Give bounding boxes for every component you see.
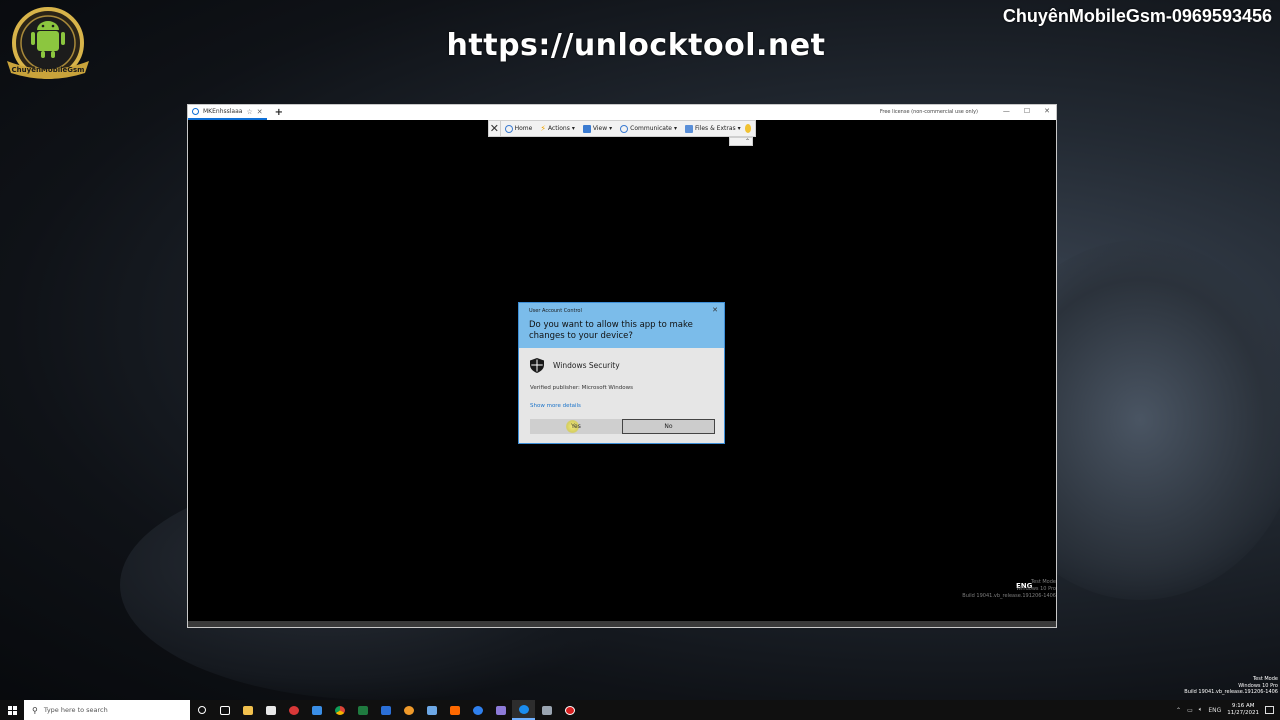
app-window-icon[interactable] xyxy=(535,700,558,720)
system-test-mode-watermark: Test Mode Windows 10 Pro Build 19041.vb_… xyxy=(1184,676,1278,695)
app-grid-icon[interactable] xyxy=(489,700,512,720)
chevron-down-icon: ▾ xyxy=(737,125,741,132)
app-monitor-icon[interactable] xyxy=(420,700,443,720)
chevron-up-icon[interactable]: ⌃ xyxy=(1176,707,1181,714)
horizontal-scrollbar[interactable] xyxy=(188,621,1056,627)
shield-icon xyxy=(530,358,544,373)
toolbar-actions[interactable]: ⚡ Actions ▾ xyxy=(536,124,579,133)
window-close-icon[interactable]: ✕ xyxy=(1044,107,1050,115)
files-icon xyxy=(685,124,693,133)
tab-close-icon[interactable]: ✕ xyxy=(257,108,263,116)
task-view-icon[interactable] xyxy=(213,700,236,720)
file-explorer-icon[interactable] xyxy=(236,700,259,720)
session-tab-label: MKEnhsslaaa xyxy=(203,108,243,115)
chevron-down-icon: ▾ xyxy=(673,125,677,132)
mail-icon[interactable] xyxy=(305,700,328,720)
home-icon xyxy=(504,124,513,133)
feedback-smiley-icon[interactable] xyxy=(744,124,751,133)
uac-header: User Account Control ✕ Do you want to al… xyxy=(519,303,724,348)
uac-dialog: User Account Control ✕ Do you want to al… xyxy=(518,302,725,444)
chevron-down-icon: ▾ xyxy=(609,125,613,132)
remote-toolbar: ✕ Home ⚡ Actions ▾ View ▾ Communicate ▾ … xyxy=(488,120,756,137)
taskbar: ⚲ Type here to search ⌃ ▭ 🔈︎ ENG 9:16 AM… xyxy=(0,700,1280,720)
remote-test-mode-watermark: Test Mode Windows 10 Pro Build 19041.vb_… xyxy=(962,579,1056,599)
maximize-icon[interactable]: ☐ xyxy=(1024,107,1030,115)
xiaomi-icon[interactable] xyxy=(443,700,466,720)
app-orange-icon[interactable] xyxy=(397,700,420,720)
network-icon[interactable]: ▭ xyxy=(1187,707,1193,714)
window-controls: — ☐ ✕ xyxy=(1003,107,1050,115)
cortana-icon[interactable] xyxy=(190,700,213,720)
toolbar-files-label: Files & Extras xyxy=(695,125,736,132)
toolbar-view[interactable]: View ▾ xyxy=(579,124,616,133)
session-icon xyxy=(192,108,199,115)
session-tab[interactable]: MKEnhsslaaa ☆ ✕ xyxy=(188,105,267,120)
monitor-icon xyxy=(582,124,591,133)
chevron-down-icon: ▾ xyxy=(571,125,575,132)
taskbar-search-input[interactable]: ⚲ Type here to search xyxy=(24,700,190,720)
toolbar-files[interactable]: Files & Extras ▾ xyxy=(681,124,745,133)
chrome-icon[interactable] xyxy=(328,700,351,720)
tray-language[interactable]: ENG xyxy=(1208,707,1221,714)
toolbar-actions-label: Actions xyxy=(547,125,570,132)
svg-text:ChuyênMobileGsm: ChuyênMobileGsm xyxy=(12,66,85,74)
toolbar-home[interactable]: Home xyxy=(501,124,537,133)
app-d-icon[interactable] xyxy=(282,700,305,720)
remote-viewer-tabbar: MKEnhsslaaa ☆ ✕ + Free license (non-comm… xyxy=(188,105,1056,120)
toolbar-communicate-label: Communicate xyxy=(630,125,672,132)
toolbar-view-label: View xyxy=(592,125,608,132)
search-icon: ⚲ xyxy=(32,705,38,715)
windows-logo-icon xyxy=(7,705,17,715)
uac-title: User Account Control xyxy=(529,308,582,314)
tray-clock[interactable]: 9:16 AM 11/27/2021 xyxy=(1227,703,1259,717)
lightning-icon: ⚡ xyxy=(540,124,546,133)
app-blue-circle-icon[interactable] xyxy=(466,700,489,720)
license-text: Free license (non-commercial use only) xyxy=(879,109,978,115)
remote-viewer-taskbar-icon[interactable] xyxy=(512,700,535,720)
windows-start-icon[interactable] xyxy=(0,700,24,720)
system-tray: ⌃ ▭ 🔈︎ ENG 9:16 AM 11/27/2021 xyxy=(1176,700,1280,720)
volume-icon[interactable]: 🔈︎ xyxy=(1199,706,1203,714)
new-tab-plus-icon[interactable]: + xyxy=(275,107,283,118)
end-session-close-icon[interactable]: ✕ xyxy=(489,121,501,136)
yes-button[interactable]: Yes xyxy=(530,419,622,434)
yes-button-label: Yes xyxy=(571,423,581,430)
notification-icon[interactable] xyxy=(1265,706,1274,714)
uac-close-icon[interactable]: ✕ xyxy=(712,306,718,314)
toolbar-communicate[interactable]: Communicate ▾ xyxy=(616,124,681,133)
phone-icon xyxy=(620,124,629,133)
search-placeholder: Type here to search xyxy=(43,706,108,714)
excel-icon[interactable] xyxy=(351,700,374,720)
star-icon[interactable]: ☆ xyxy=(246,108,252,116)
app-3-icon[interactable] xyxy=(374,700,397,720)
overlay-url-caption: https://unlocktool.net xyxy=(446,28,826,63)
toolbar-home-label: Home xyxy=(514,125,533,132)
uac-app-name: Windows Security xyxy=(553,361,620,370)
toolbar-collapse-chevron-up-icon[interactable]: ⌃ xyxy=(729,137,753,146)
no-button[interactable]: No xyxy=(622,419,715,434)
uac-question: Do you want to allow this app to make ch… xyxy=(529,320,693,341)
overlay-brand-caption: ChuyênMobileGsm-0969593456 xyxy=(1002,6,1272,26)
uac-publisher: Verified publisher: Microsoft Windows xyxy=(530,385,633,391)
show-more-details-link[interactable]: Show more details xyxy=(530,403,581,409)
minimize-icon[interactable]: — xyxy=(1003,107,1010,115)
store-icon[interactable] xyxy=(259,700,282,720)
record-icon[interactable] xyxy=(558,700,581,720)
